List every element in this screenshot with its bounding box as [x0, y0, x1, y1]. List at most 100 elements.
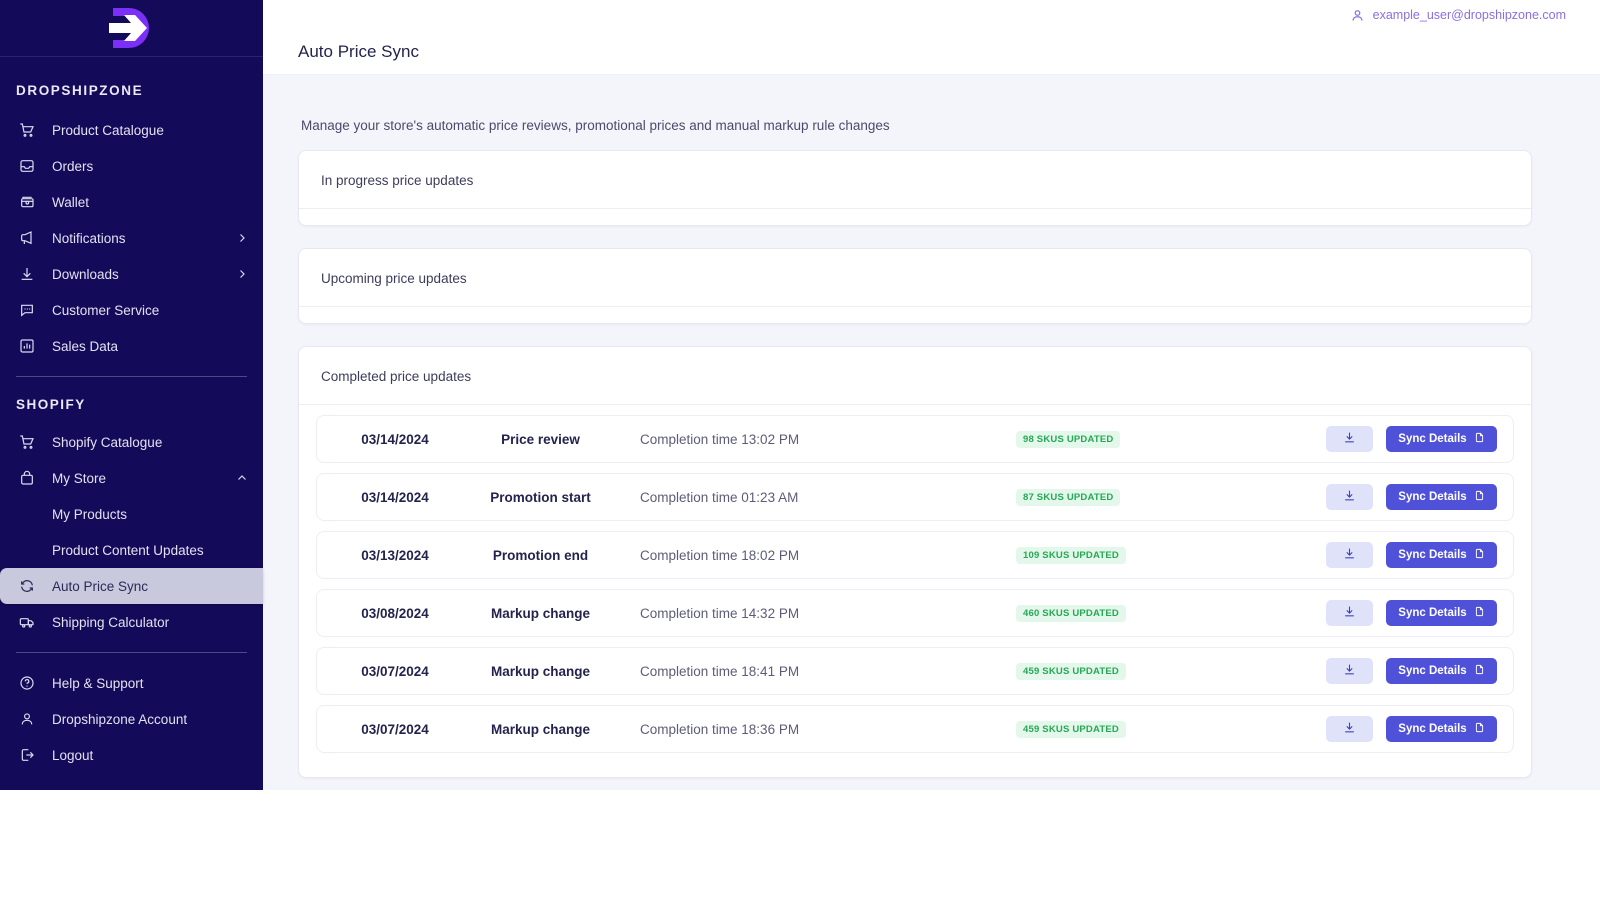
chevron-right-icon [235, 267, 249, 281]
cart-icon [16, 431, 38, 453]
row-date: 03/08/2024 [361, 605, 429, 621]
main-content: Manage your store's automatic price revi… [263, 76, 1600, 790]
sidebar-item-label: Help & Support [52, 675, 144, 691]
sidebar-item-help-support[interactable]: Help & Support [0, 665, 263, 701]
sidebar-divider-1 [16, 376, 247, 377]
document-icon [1474, 432, 1485, 446]
logo-container[interactable] [0, 0, 263, 57]
row-date: 03/14/2024 [361, 489, 429, 505]
user-icon [1350, 8, 1365, 23]
sync-details-button[interactable]: Sync Details [1386, 658, 1497, 684]
download-icon [1343, 605, 1356, 621]
row-actions: Sync Details [1326, 658, 1497, 684]
bar-chart-icon [16, 335, 38, 357]
sidebar-item-orders[interactable]: Orders [0, 148, 263, 184]
download-icon [1343, 431, 1356, 447]
cart-icon [16, 119, 38, 141]
sidebar-item-notifications[interactable]: Notifications [0, 220, 263, 256]
panel-completed: Completed price updates 03/14/2024 Price … [298, 346, 1532, 778]
sync-details-label: Sync Details [1398, 607, 1467, 619]
sidebar-item-shopify-catalogue[interactable]: Shopify Catalogue [0, 424, 263, 460]
sidebar-item-label: Wallet [52, 194, 90, 210]
sidebar-item-product-content-updates[interactable]: Product Content Updates [0, 532, 263, 568]
row-type: Markup change [490, 663, 591, 679]
bag-icon [16, 467, 38, 489]
sync-details-button[interactable]: Sync Details [1386, 716, 1497, 742]
download-icon [1343, 663, 1356, 679]
page-subtitle: Manage your store's automatic price revi… [301, 118, 890, 133]
panel-in-progress: In progress price updates [298, 150, 1532, 226]
download-button[interactable] [1326, 426, 1373, 452]
sidebar-item-sales-data[interactable]: Sales Data [0, 328, 263, 364]
sidebar: DROPSHIPZONE Product Catalogue Orders Wa… [0, 0, 263, 790]
row-completion-time: Completion time 18:36 PM [640, 721, 800, 737]
download-button[interactable] [1326, 716, 1373, 742]
sidebar-item-customer-service[interactable]: Customer Service [0, 292, 263, 328]
document-icon [1474, 664, 1485, 678]
sync-details-button[interactable]: Sync Details [1386, 426, 1497, 452]
document-icon [1474, 548, 1485, 562]
download-icon [1343, 547, 1356, 563]
row-actions: Sync Details [1326, 542, 1497, 568]
wallet-icon [16, 191, 38, 213]
sidebar-item-downloads[interactable]: Downloads [0, 256, 263, 292]
panel-title-upcoming: Upcoming price updates [321, 271, 467, 286]
sidebar-item-label: Notifications [52, 230, 126, 246]
sidebar-item-wallet[interactable]: Wallet [0, 184, 263, 220]
dropshipzone-logo-icon [101, 5, 163, 51]
row-date: 03/14/2024 [361, 431, 429, 447]
row-badge-cell: 98 SKUS UPDATED [948, 430, 1326, 448]
inbox-icon [16, 155, 38, 177]
document-icon [1474, 490, 1485, 504]
row-completion-time: Completion time 01:23 AM [640, 489, 799, 505]
status-badge: 109 SKUS UPDATED [1016, 546, 1126, 564]
app-root: DROPSHIPZONE Product Catalogue Orders Wa… [0, 0, 1600, 900]
row-actions: Sync Details [1326, 600, 1497, 626]
truck-icon [16, 611, 38, 633]
download-button[interactable] [1326, 484, 1373, 510]
row-badge-cell: 109 SKUS UPDATED [948, 546, 1326, 564]
row-type: Markup change [490, 721, 591, 737]
sync-details-label: Sync Details [1398, 665, 1467, 677]
status-badge: 98 SKUS UPDATED [1016, 430, 1121, 448]
sidebar-item-label: Shopify Catalogue [52, 434, 163, 450]
sync-icon [16, 575, 38, 597]
sidebar-item-label: Dropshipzone Account [52, 711, 188, 727]
row-date: 03/07/2024 [361, 663, 429, 679]
download-button[interactable] [1326, 658, 1373, 684]
row-completion-time: Completion time 13:02 PM [640, 431, 800, 447]
sidebar-item-my-store[interactable]: My Store [0, 460, 263, 496]
chevron-right-icon [235, 231, 249, 245]
download-icon [1343, 721, 1356, 737]
sidebar-item-dropshipzone-account[interactable]: Dropshipzone Account [0, 701, 263, 737]
help-circle-icon [16, 672, 38, 694]
row-date: 03/13/2024 [361, 547, 429, 563]
user-email-label[interactable]: example_user@dropshipzone.com [1373, 8, 1566, 22]
download-button[interactable] [1326, 600, 1373, 626]
row-date: 03/07/2024 [361, 721, 429, 737]
panel-upcoming: Upcoming price updates [298, 248, 1532, 324]
row-completion-time: Completion time 18:02 PM [640, 547, 800, 563]
status-badge: 459 SKUS UPDATED [1016, 662, 1126, 680]
download-button[interactable] [1326, 542, 1373, 568]
row-badge-cell: 460 SKUS UPDATED [948, 604, 1326, 622]
row-type: Price review [501, 431, 580, 447]
top-bar: example_user@dropshipzone.com [263, 0, 1600, 30]
sidebar-item-logout[interactable]: Logout [0, 737, 263, 773]
logout-icon [16, 744, 38, 766]
sidebar-item-my-products[interactable]: My Products [0, 496, 263, 532]
sidebar-item-auto-price-sync[interactable]: Auto Price Sync [0, 568, 263, 604]
browser-viewport: DROPSHIPZONE Product Catalogue Orders Wa… [0, 0, 1600, 790]
sync-details-button[interactable]: Sync Details [1386, 484, 1497, 510]
panel-body-upcoming [299, 307, 1531, 323]
sidebar-item-label: Sales Data [52, 338, 119, 354]
sync-details-button[interactable]: Sync Details [1386, 600, 1497, 626]
table-row: 03/14/2024 Price review Completion time 13… [316, 415, 1514, 463]
sidebar-item-shipping-calculator[interactable]: Shipping Calculator [0, 604, 263, 640]
sidebar-item-product-catalogue[interactable]: Product Catalogue [0, 112, 263, 148]
page-title-bar: Auto Price Sync [263, 30, 1600, 75]
sync-details-button[interactable]: Sync Details [1386, 542, 1497, 568]
download-icon [1343, 489, 1356, 505]
row-completion-time: Completion time 18:41 PM [640, 663, 800, 679]
status-badge: 460 SKUS UPDATED [1016, 604, 1126, 622]
